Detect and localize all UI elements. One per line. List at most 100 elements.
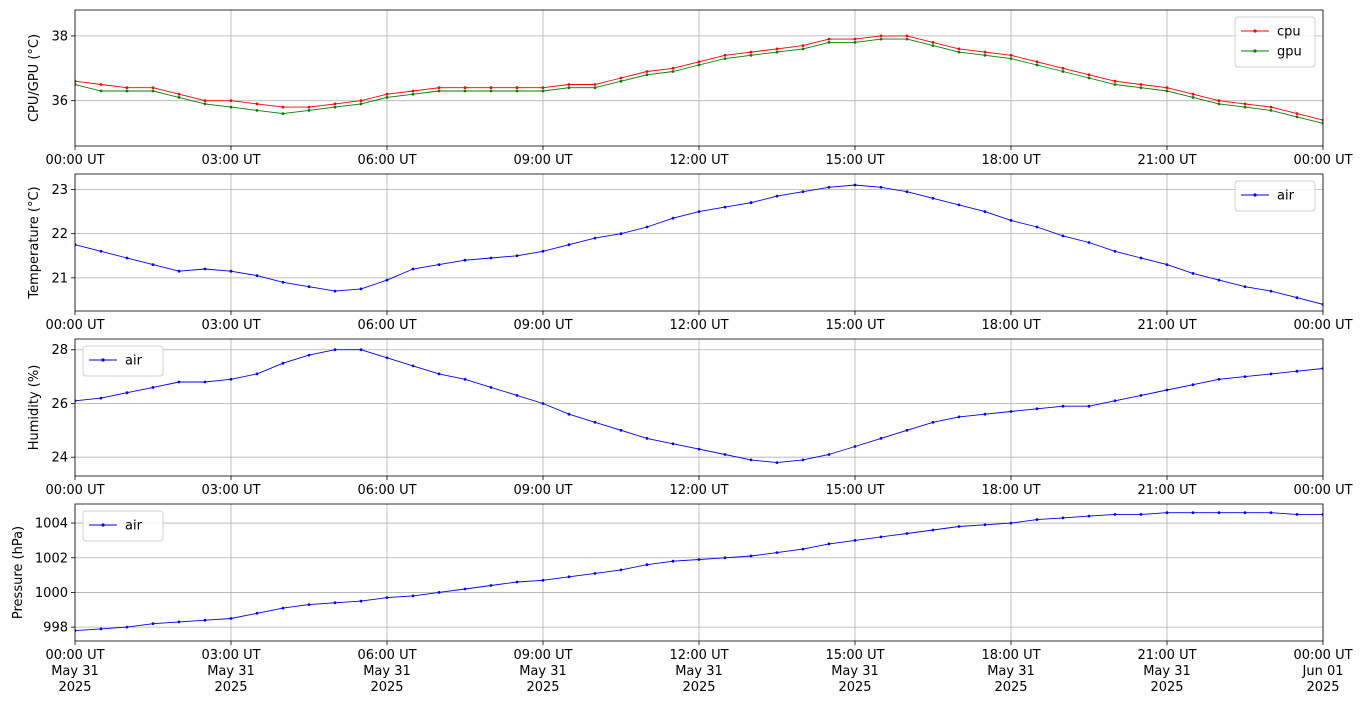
data-point	[879, 34, 883, 38]
data-point	[385, 92, 389, 96]
data-point	[1113, 83, 1117, 86]
data-point	[437, 372, 441, 376]
data-point	[645, 70, 649, 73]
data-point	[1035, 225, 1039, 229]
data-point	[723, 556, 727, 560]
data-point	[1269, 109, 1273, 112]
x-tick-label: 15:00 UT	[825, 648, 884, 663]
data-point	[463, 86, 467, 90]
data-point	[957, 203, 961, 207]
data-point	[1217, 99, 1221, 103]
data-point	[1165, 86, 1169, 90]
x-tick-label: 18:00 UT	[981, 648, 1040, 663]
data-point	[671, 216, 675, 220]
legend-box	[82, 345, 164, 377]
data-point	[1035, 518, 1039, 521]
data-point	[645, 73, 649, 77]
data-point	[905, 190, 909, 194]
data-point	[1009, 521, 1013, 525]
data-point	[541, 249, 545, 253]
data-point	[1139, 83, 1143, 86]
data-point	[333, 601, 337, 605]
data-point	[723, 57, 727, 60]
data-point	[385, 356, 389, 360]
data-point	[593, 420, 597, 424]
data-point	[879, 535, 883, 539]
data-point	[853, 539, 857, 542]
data-point	[1009, 219, 1013, 222]
data-point	[281, 606, 285, 610]
data-point	[853, 37, 857, 41]
data-point	[1087, 241, 1091, 244]
data-point	[255, 102, 259, 106]
data-point	[775, 50, 779, 54]
y-axis-label: Temperature (°C)	[27, 186, 42, 299]
data-point	[177, 269, 181, 273]
data-point	[125, 256, 129, 260]
x-tick-sublabel: May 31	[831, 664, 879, 679]
data-point	[203, 102, 207, 106]
data-point	[307, 105, 311, 109]
data-point	[1035, 407, 1039, 411]
x-tick-label: 12:00 UT	[669, 318, 728, 333]
data-point	[645, 563, 649, 567]
data-point	[255, 372, 259, 376]
x-tick-sublabel: 2025	[994, 680, 1027, 695]
data-point	[983, 210, 987, 214]
data-point	[307, 109, 311, 112]
data-point	[671, 70, 675, 73]
data-point	[593, 572, 597, 575]
data-point	[749, 458, 753, 462]
data-point	[411, 594, 415, 598]
data-point	[567, 412, 571, 416]
data-point	[229, 269, 233, 273]
data-point	[411, 92, 415, 96]
data-point	[801, 547, 805, 551]
data-point	[697, 63, 701, 67]
x-tick-label: 00:00 UT	[45, 318, 104, 333]
data-point	[905, 532, 909, 535]
figure: 00:00 UT 03:00 UT 06:00 UT 09:00 UT 12:00 UT…	[11, 9, 1353, 695]
x-tick-sublabel: May 31	[1143, 664, 1191, 679]
y-tick-label: 21	[51, 271, 68, 286]
legend-label: air	[125, 354, 143, 369]
legend: air	[1234, 180, 1316, 212]
data-point	[827, 41, 831, 44]
data-point	[281, 280, 285, 284]
data-point	[697, 210, 701, 214]
data-point	[411, 89, 415, 93]
data-point	[1191, 272, 1195, 275]
data-point	[931, 196, 935, 200]
data-point	[1113, 249, 1117, 253]
data-point	[203, 380, 207, 384]
data-point	[1295, 112, 1299, 115]
data-point	[359, 599, 363, 603]
data-point	[203, 267, 207, 271]
data-point	[177, 96, 181, 99]
data-point	[1217, 377, 1221, 381]
data-point	[905, 428, 909, 432]
data-point	[749, 53, 753, 57]
data-point	[463, 89, 467, 93]
data-point	[827, 542, 831, 546]
y-tick-label: 26	[51, 397, 68, 412]
data-point	[671, 66, 675, 70]
data-point	[1295, 115, 1299, 119]
data-point	[619, 568, 623, 572]
y-axis-label: Humidity (%)	[27, 365, 42, 451]
data-point	[775, 461, 779, 464]
data-point	[151, 89, 155, 93]
data-point	[359, 348, 363, 352]
data-point	[593, 86, 597, 90]
data-point	[1113, 79, 1117, 83]
data-point	[1061, 70, 1065, 73]
x-tick-label: 12:00 UT	[669, 648, 728, 663]
data-point	[1191, 383, 1195, 387]
x-tick-label: 00:00 UT	[1293, 153, 1352, 168]
data-point	[1295, 513, 1299, 516]
data-point	[411, 364, 415, 368]
data-point	[1139, 86, 1143, 90]
data-point	[515, 394, 519, 397]
data-point	[1087, 76, 1091, 80]
data-point	[1087, 73, 1091, 77]
